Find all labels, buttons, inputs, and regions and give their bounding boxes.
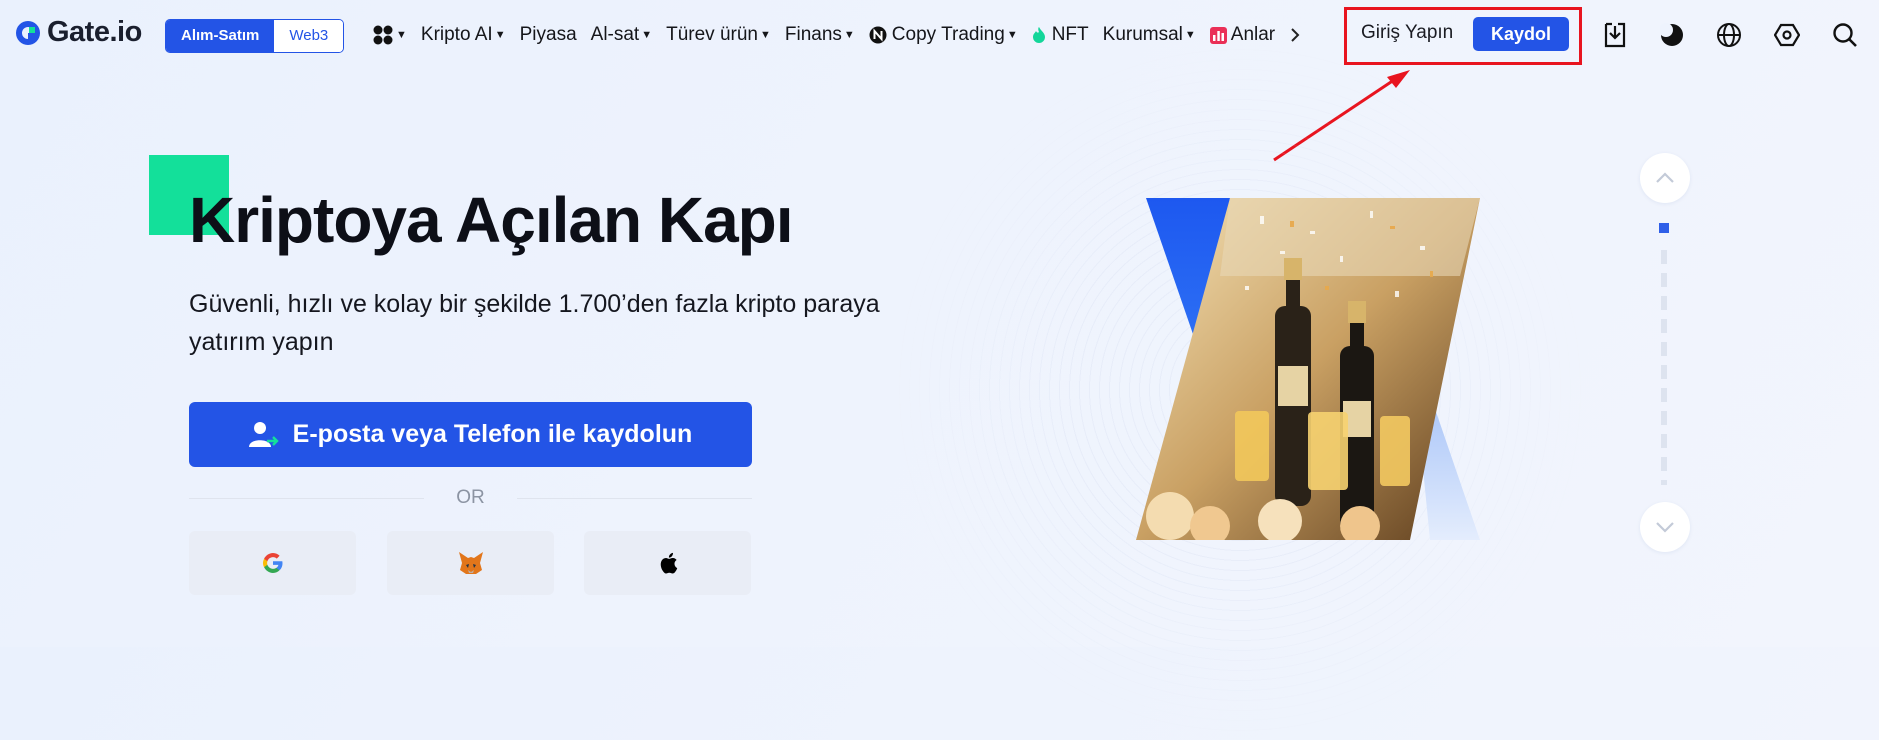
- carousel-active-indicator: [1659, 223, 1669, 233]
- caret-down-icon: ▼: [1184, 29, 1196, 41]
- market-segment-toggle: Alım-Satım Web3: [165, 19, 345, 53]
- menu-label: Al-sat: [590, 24, 640, 45]
- carousel-down-button[interactable]: [1640, 502, 1690, 552]
- hero-celebration-image: [1136, 198, 1480, 540]
- google-signup-button[interactable]: [189, 531, 356, 595]
- segment-web3[interactable]: Web3: [274, 20, 344, 52]
- chevron-down-icon: [1656, 522, 1674, 533]
- register-email-phone-button[interactable]: E-posta veya Telefon ile kaydolun: [189, 402, 752, 467]
- apple-signup-button[interactable]: [584, 531, 751, 595]
- menu-label: Copy Trading: [891, 24, 1005, 45]
- chevron-up-icon: [1656, 172, 1674, 183]
- menu-copy-trading[interactable]: Copy Trading ▼: [862, 24, 1025, 46]
- login-link[interactable]: Giriş Yapın: [1361, 22, 1453, 44]
- google-icon: [262, 553, 282, 573]
- apple-icon: [660, 552, 677, 574]
- menu-label: Piyasa: [519, 24, 577, 45]
- menu-nft[interactable]: NFT: [1025, 24, 1096, 46]
- caret-down-icon: ▼: [641, 29, 653, 41]
- metamask-fox-icon: [458, 552, 483, 574]
- or-label: OR: [456, 487, 485, 508]
- menu-kurumsal[interactable]: Kurumsal ▼: [1096, 24, 1203, 46]
- metamask-signup-button[interactable]: [387, 531, 554, 595]
- caret-down-icon: ▼: [759, 29, 771, 41]
- caret-down-icon: ▼: [396, 29, 407, 41]
- logo-text: Gate.io: [47, 16, 142, 48]
- gateio-logo-icon: [16, 20, 40, 45]
- user-add-icon: [248, 421, 279, 447]
- gateio-logo[interactable]: Gate.io: [13, 16, 142, 49]
- carousel-track: [1661, 250, 1667, 485]
- menu-kripto-ai[interactable]: Kripto AI ▼: [414, 24, 513, 46]
- menu-label: NFT: [1051, 24, 1089, 45]
- menu-label: Kurumsal: [1102, 24, 1183, 45]
- n-badge-icon: [869, 26, 887, 44]
- hero-subtitle: Güvenli, hızlı ve kolay bir şekilde 1.70…: [189, 290, 880, 356]
- globe-icon[interactable]: [1714, 20, 1744, 50]
- hero-title: Kriptoya Açılan Kapı: [189, 184, 794, 256]
- menu-al-sat[interactable]: Al-sat ▼: [584, 24, 659, 46]
- signup-button[interactable]: Kaydol: [1473, 17, 1569, 51]
- caret-down-icon: ▼: [1006, 29, 1018, 41]
- menu-turev-urun[interactable]: Türev ürün ▼: [659, 24, 778, 46]
- menu-label: Kripto AI: [420, 24, 493, 45]
- carousel-up-button[interactable]: [1640, 153, 1690, 203]
- flame-icon: [1032, 27, 1045, 43]
- chevron-right-icon: [1291, 28, 1300, 42]
- cta-label: E-posta veya Telefon ile kaydolun: [292, 420, 693, 448]
- menu-scroll-right[interactable]: [1282, 26, 1308, 44]
- download-icon[interactable]: [1600, 20, 1630, 50]
- or-divider: OR: [189, 484, 752, 512]
- top-navbar: Gate.io Alım-Satım Web3 ▼ Kripto AI ▼ Piy…: [0, 0, 1879, 70]
- menu-finans[interactable]: Finans ▼: [778, 24, 862, 46]
- segment-trading[interactable]: Alım-Satım: [166, 20, 275, 52]
- menu-label: Türev ürün: [666, 24, 758, 45]
- apps-grid-icon: [373, 25, 393, 45]
- caret-down-icon: ▼: [843, 29, 855, 41]
- menu-label: Finans: [784, 24, 842, 45]
- theme-moon-icon[interactable]: [1657, 20, 1687, 50]
- caret-down-icon: ▼: [494, 29, 506, 41]
- apps-grid-menu[interactable]: ▼: [365, 24, 414, 46]
- settings-hex-icon[interactable]: [1772, 20, 1802, 50]
- search-icon[interactable]: [1830, 20, 1860, 50]
- menu-piyasa[interactable]: Piyasa: [513, 24, 584, 46]
